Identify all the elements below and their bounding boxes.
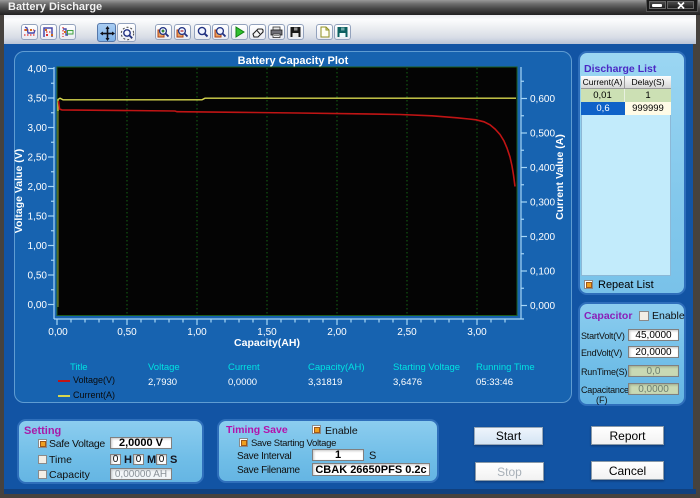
svg-text:0,400: 0,400 [530,163,555,174]
svg-text:3,00: 3,00 [28,123,48,134]
svg-text:0,600: 0,600 [530,94,555,105]
svg-text:Voltage Value (V): Voltage Value (V) [14,149,25,233]
svg-text:0,100: 0,100 [530,267,555,278]
svg-text:Current Value (A): Current Value (A) [554,134,566,220]
svg-text:0,200: 0,200 [530,232,555,243]
svg-text:3,00: 3,00 [467,327,487,338]
svg-text:0,00: 0,00 [48,327,68,338]
svg-text:2,00: 2,00 [327,327,347,338]
svg-text:2,50: 2,50 [397,327,417,338]
svg-text:0,50: 0,50 [28,271,48,282]
svg-text:2,00: 2,00 [28,182,48,193]
svg-text:1,00: 1,00 [28,241,48,252]
svg-text:Capacity(AH): Capacity(AH) [234,337,300,349]
svg-text:1,50: 1,50 [28,212,48,223]
svg-text:0,300: 0,300 [530,198,555,209]
svg-text:0,000: 0,000 [530,301,555,312]
svg-text:0,500: 0,500 [530,129,555,140]
svg-text:2,50: 2,50 [28,153,48,164]
svg-text:0,00: 0,00 [28,300,48,311]
svg-text:4,00: 4,00 [28,64,48,75]
svg-text:0,50: 0,50 [117,327,137,338]
svg-text:1,00: 1,00 [187,327,207,338]
svg-text:3,50: 3,50 [28,94,48,105]
